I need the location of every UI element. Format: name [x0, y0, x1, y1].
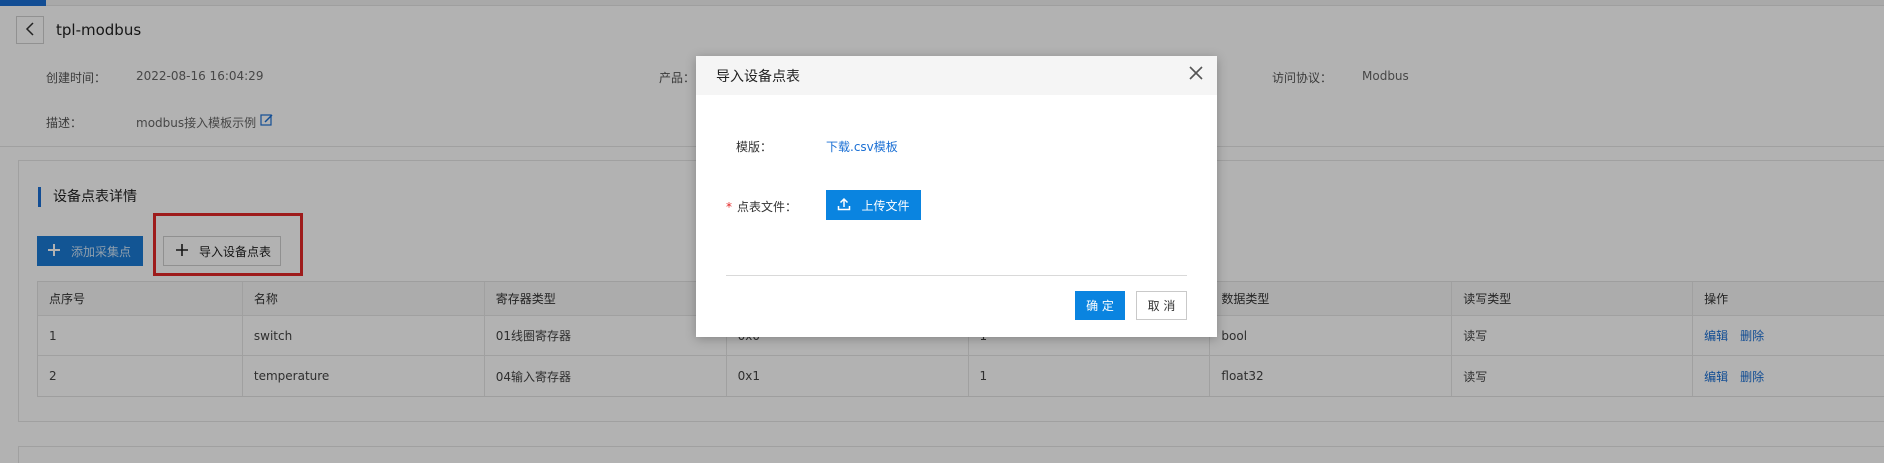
upload-icon: [837, 197, 851, 214]
import-modal: 导入设备点表 模版： 下载.csv模板 * 点表文件： 上传文件 确 定 取 消: [696, 56, 1217, 337]
required-mark: *: [726, 200, 732, 214]
modal-header: 导入设备点表: [696, 56, 1217, 95]
template-label: 模版：: [736, 140, 773, 154]
file-label: * 点表文件：: [726, 198, 797, 215]
upload-file-label: 上传文件: [861, 198, 910, 213]
modal-title: 导入设备点表: [716, 68, 800, 85]
confirm-button[interactable]: 确 定: [1075, 291, 1125, 320]
modal-divider: [726, 275, 1187, 276]
download-template-link[interactable]: 下载.csv模板: [826, 138, 898, 155]
close-icon: [1189, 66, 1203, 84]
cancel-button[interactable]: 取 消: [1136, 291, 1187, 320]
close-button[interactable]: [1187, 66, 1205, 84]
upload-file-button[interactable]: 上传文件: [826, 190, 921, 220]
file-label-text: 点表文件：: [737, 200, 798, 214]
